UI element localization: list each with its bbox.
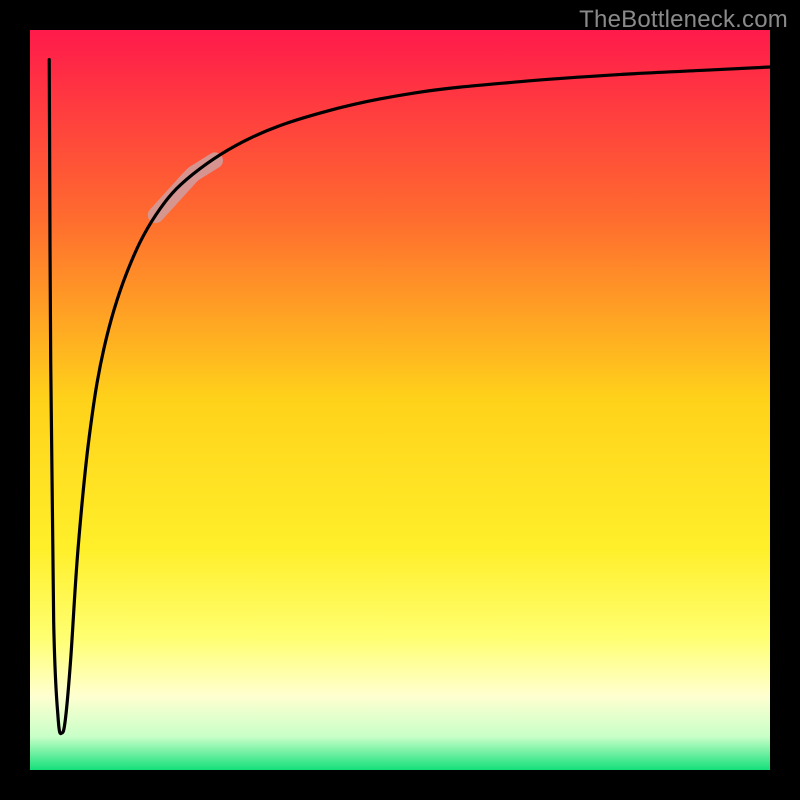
chart-svg — [0, 0, 800, 800]
chart-plot-background — [30, 30, 770, 770]
chart-stage: TheBottleneck.com — [0, 0, 800, 800]
attribution-text: TheBottleneck.com — [579, 6, 788, 34]
